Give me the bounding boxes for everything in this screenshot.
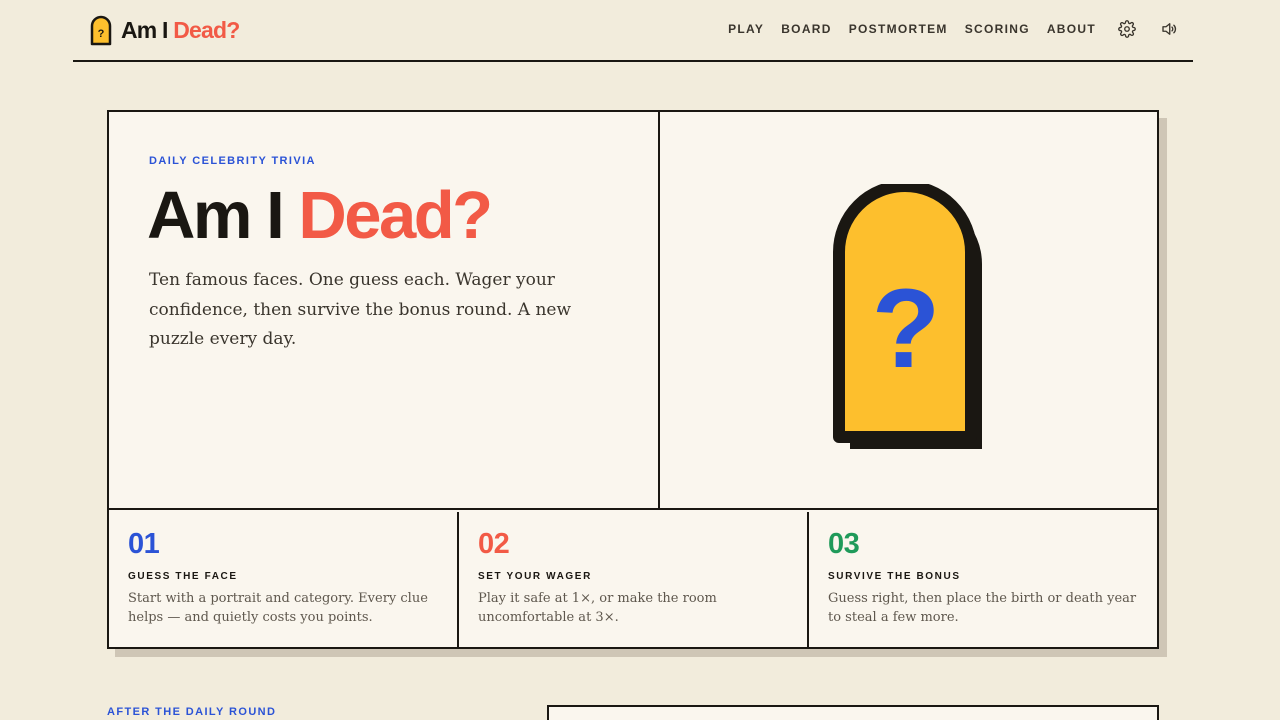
- logo-link[interactable]: ? Am I Dead?: [90, 15, 240, 46]
- hero-eyebrow: DAILY CELEBRITY TRIVIA: [149, 155, 316, 167]
- nav-about[interactable]: ABOUT: [1047, 20, 1096, 38]
- site-header: ? Am I Dead? PLAY BOARD POSTMORTEM SCORI…: [73, 0, 1193, 62]
- step-title: SET YOUR WAGER: [478, 571, 592, 582]
- step-number: 02: [478, 528, 510, 560]
- hero-illustration-panel: ?: [660, 112, 1157, 510]
- nav-scoring[interactable]: SCORING: [965, 20, 1030, 38]
- hero-description: Ten famous faces. One guess each. Wager …: [149, 270, 572, 349]
- brand-name: Am I Dead?: [121, 17, 240, 44]
- hero-card: DAILY CELEBRITY TRIVIA Am I Dead? Ten fa…: [107, 110, 1159, 649]
- hero-title: Am I Dead?: [147, 178, 493, 254]
- nav-board[interactable]: BOARD: [781, 20, 832, 38]
- gear-icon[interactable]: [1117, 19, 1137, 39]
- hero-intro: DAILY CELEBRITY TRIVIA Am I Dead? Ten fa…: [109, 112, 660, 510]
- step-description: Play it safe at 1×, or make the room unc…: [478, 591, 717, 625]
- tombstone-logo-icon: ?: [90, 15, 112, 46]
- brand-name-part2: Dead?: [173, 17, 240, 43]
- step-set-your-wager: 02 SET YOUR WAGER Play it safe at 1×, or…: [459, 512, 809, 647]
- hero-title-part1: Am I: [147, 178, 285, 253]
- step-description: Start with a portrait and category. Ever…: [128, 591, 428, 625]
- step-title: GUESS THE FACE: [128, 571, 238, 582]
- logo-glyph: ?: [98, 28, 105, 40]
- speaker-icon[interactable]: [1159, 19, 1179, 39]
- after-round-panel: [547, 705, 1159, 720]
- step-description: Guess right, then place the birth or dea…: [828, 591, 1137, 625]
- hero-title-part2: Dead?: [298, 178, 493, 253]
- nav-postmortem[interactable]: POSTMORTEM: [849, 20, 948, 38]
- tombstone-question-icon: ?: [833, 184, 982, 449]
- step-title: SURVIVE THE BONUS: [828, 571, 961, 582]
- main-nav: PLAY BOARD POSTMORTEM SCORING ABOUT: [728, 19, 1193, 39]
- step-number: 03: [828, 528, 860, 560]
- step-survive-the-bonus: 03 SURVIVE THE BONUS Guess right, then p…: [809, 512, 1157, 647]
- after-round-section-label: AFTER THE DAILY ROUND: [107, 706, 277, 718]
- illustration-glyph: ?: [872, 266, 940, 391]
- step-number: 01: [128, 528, 160, 560]
- brand-name-part1: Am I: [121, 17, 168, 43]
- nav-play[interactable]: PLAY: [728, 20, 764, 38]
- step-guess-the-face: 01 GUESS THE FACE Start with a portrait …: [109, 512, 459, 647]
